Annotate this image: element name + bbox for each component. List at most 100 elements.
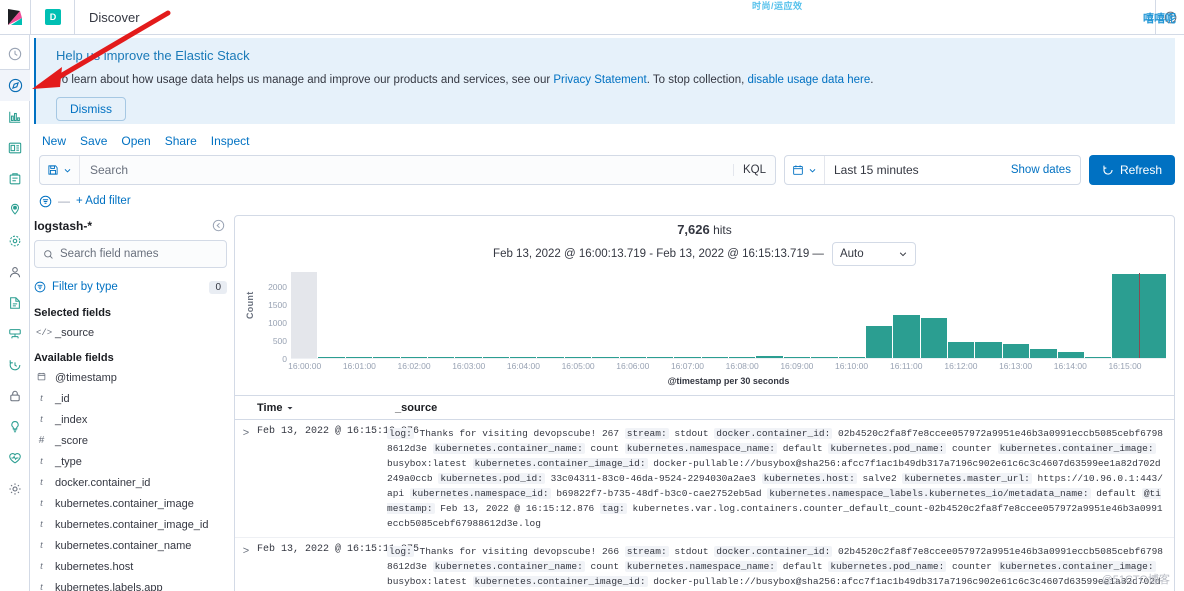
field-item-kubernetes-labels-app[interactable]: t kubernetes.labels.app [34, 577, 227, 591]
field-item-source[interactable]: </> _source [34, 322, 227, 343]
field-item-kubernetes-container-image-id[interactable]: t kubernetes.container_image_id [34, 514, 227, 535]
chart-bar[interactable] [318, 357, 345, 358]
field-item-score[interactable]: # _score [34, 430, 227, 451]
chart-bar[interactable] [1030, 349, 1057, 358]
field-item-index[interactable]: t _index [34, 409, 227, 430]
source-field-value: counter [946, 443, 998, 454]
histogram-interval-select[interactable]: Auto [831, 242, 916, 266]
chevron-right-icon[interactable]: > [235, 544, 257, 591]
chart-bar[interactable] [1057, 351, 1084, 358]
chevron-right-icon[interactable]: > [235, 426, 257, 531]
index-pattern-selector[interactable]: logstash-* [34, 215, 227, 240]
sidebar-item-recently-viewed[interactable] [0, 39, 30, 70]
chart-bar[interactable] [427, 357, 455, 358]
field-label: kubernetes.host [55, 560, 134, 573]
share-link[interactable]: Share [165, 134, 197, 148]
help-circle-icon[interactable] [1156, 11, 1184, 24]
chart-bar[interactable] [729, 357, 756, 358]
search-input[interactable] [80, 163, 733, 177]
y-axis-tick: 0 [282, 354, 287, 364]
chart-bar[interactable] [291, 272, 318, 358]
query-language-button[interactable]: KQL [732, 164, 775, 176]
show-dates-button[interactable]: Show dates [1011, 164, 1080, 176]
chart-bar[interactable] [893, 315, 920, 358]
chart-bar[interactable] [400, 357, 427, 358]
chart-plot-area[interactable] [291, 272, 1166, 359]
chart-bar[interactable] [619, 357, 646, 358]
chart-bar[interactable] [1112, 274, 1139, 358]
sidebar-item-apm[interactable] [0, 318, 30, 349]
chart-bar[interactable] [1084, 357, 1112, 358]
source-field-value: default [1090, 488, 1142, 499]
table-row[interactable]: > Feb 13, 2022 @ 16:15:12.876 log: Thanks … [235, 420, 1174, 538]
field-item-id[interactable]: t _id [34, 388, 227, 409]
sidebar-item-visualize[interactable] [0, 101, 30, 132]
chart-bar[interactable] [373, 357, 400, 358]
chart-bar[interactable] [948, 341, 975, 358]
chart-bar[interactable] [510, 357, 537, 358]
field-item-docker-container-id[interactable]: t docker.container_id [34, 472, 227, 493]
sidebar-item-security[interactable] [0, 380, 30, 411]
chevron-down-icon [899, 252, 907, 257]
chart-bar[interactable] [1002, 343, 1030, 358]
sidebar-item-infrastructure[interactable] [0, 256, 30, 287]
sidebar-item-canvas[interactable] [0, 163, 30, 194]
field-item-timestamp[interactable]: @timestamp [34, 367, 227, 388]
sidebar-item-machine-learning[interactable] [0, 225, 30, 256]
sidebar-item-management[interactable] [0, 473, 30, 504]
chart-bar[interactable] [592, 357, 619, 358]
chart-bar[interactable] [455, 357, 482, 358]
chart-bar[interactable] [838, 356, 865, 358]
chart-cursor-line [1138, 273, 1140, 358]
dismiss-button[interactable]: Dismiss [56, 97, 126, 121]
collapse-left-icon[interactable] [212, 219, 225, 232]
source-field-value: Thanks for visiting devopscube! 267 [413, 428, 625, 439]
sidebar-item-uptime[interactable] [0, 349, 30, 380]
chart-bar[interactable] [1139, 274, 1166, 358]
field-type-icon-string: t [40, 477, 43, 488]
sidebar-item-maps[interactable] [0, 194, 30, 225]
field-item-type[interactable]: t _type [34, 451, 227, 472]
search-input-fields[interactable] [60, 248, 218, 260]
chart-bar[interactable] [482, 357, 509, 358]
chart-bar[interactable] [646, 357, 674, 358]
field-item-kubernetes-container-image[interactable]: t kubernetes.container_image [34, 493, 227, 514]
sidebar-item-dev-tools[interactable] [0, 411, 30, 442]
chart-bar[interactable] [674, 357, 701, 358]
disable-usage-data-link[interactable]: disable usage data here [747, 74, 870, 86]
inspect-link[interactable]: Inspect [211, 134, 250, 148]
kibana-logo[interactable] [0, 0, 31, 34]
sidebar-item-discover[interactable] [0, 70, 30, 101]
chart-bar[interactable] [345, 357, 373, 358]
privacy-statement-link[interactable]: Privacy Statement [553, 74, 646, 86]
table-row[interactable]: > Feb 13, 2022 @ 16:15:11.875 log: Thanks … [235, 538, 1174, 591]
new-link[interactable]: New [42, 134, 66, 148]
chart-bar[interactable] [811, 357, 838, 358]
open-link[interactable]: Open [121, 134, 150, 148]
field-item-kubernetes-container-name[interactable]: t kubernetes.container_name [34, 535, 227, 556]
field-item-kubernetes-host[interactable]: t kubernetes.host [34, 556, 227, 577]
time-column-header[interactable]: Time [257, 402, 387, 414]
sidebar-item-dashboard[interactable] [0, 132, 30, 163]
chart-bar[interactable] [564, 357, 592, 358]
chart-bar[interactable] [701, 357, 728, 358]
quick-select-button[interactable] [785, 156, 825, 184]
sidebar-item-logs[interactable] [0, 287, 30, 318]
chart-bar[interactable] [783, 357, 811, 358]
chart-bar[interactable] [537, 357, 564, 358]
save-link[interactable]: Save [80, 134, 107, 148]
refresh-button[interactable]: Refresh [1088, 155, 1175, 185]
date-range-value[interactable]: Last 15 minutes [825, 163, 1011, 177]
banner-text: To learn about how usage data helps us m… [56, 72, 1163, 88]
chart-bar[interactable] [756, 355, 783, 358]
chart-bar[interactable] [865, 326, 893, 358]
saved-query-button[interactable] [40, 156, 80, 184]
sidebar-item-monitoring[interactable] [0, 442, 30, 473]
filter-by-type-button[interactable]: Filter by type [52, 281, 118, 293]
histogram-chart[interactable]: Count 0 500 1000 1500 2000 16:00:00 16:01:00 1… [243, 272, 1166, 391]
filter-icon[interactable] [39, 195, 52, 208]
chart-bar[interactable] [975, 342, 1002, 358]
source-column-header[interactable]: _source [387, 402, 437, 414]
add-filter-button[interactable]: + Add filter [76, 195, 131, 207]
chart-bar[interactable] [920, 317, 947, 358]
